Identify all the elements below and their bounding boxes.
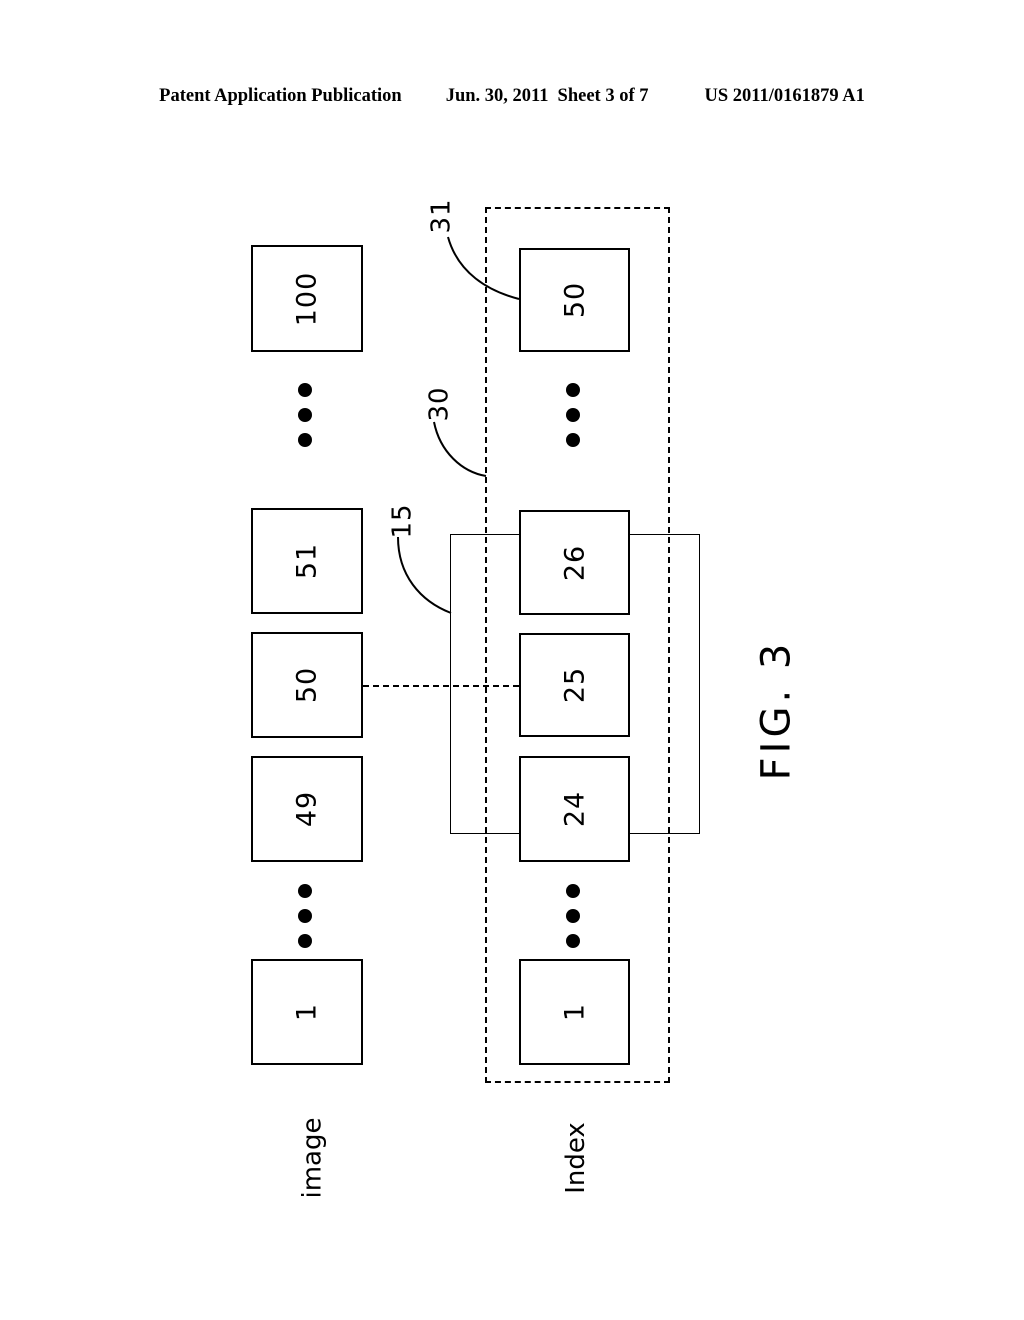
index-box-24: 24 (519, 756, 630, 862)
index-ellipsis-dot (566, 408, 580, 422)
image-ellipsis-dot (298, 433, 312, 447)
index-box-25: 25 (519, 633, 630, 737)
leader-line-15 (397, 536, 452, 614)
image-box-49: 49 (251, 756, 363, 862)
index-ellipsis-dot (566, 884, 580, 898)
index-box-26: 26 (519, 510, 630, 615)
image-box-1-label: 1 (291, 1002, 323, 1022)
index-box-1-label: 1 (559, 1002, 590, 1022)
image-ellipsis-dot (298, 934, 312, 948)
image-ellipsis-dot (298, 408, 312, 422)
image-ellipsis-dot (298, 909, 312, 923)
index-box-50: 50 (519, 248, 630, 352)
index-box-26-label: 26 (559, 544, 590, 581)
figure-title: FIG. 3 (753, 639, 800, 781)
leader-line-31 (447, 236, 520, 300)
mapping-connector-dashed (363, 685, 519, 687)
image-box-50: 50 (251, 632, 363, 738)
index-box-24-label: 24 (559, 790, 590, 828)
index-box-25-label: 25 (559, 666, 590, 704)
index-ellipsis-dot (566, 909, 580, 923)
index-ellipsis-dot (566, 433, 580, 447)
reference-numeral-31: 31 (426, 198, 457, 234)
index-box-1: 1 (519, 959, 630, 1065)
reference-numeral-15: 15 (387, 503, 418, 539)
index-ellipsis-dot (566, 383, 580, 397)
image-box-100: 100 (251, 245, 363, 352)
image-box-51-label: 51 (291, 542, 323, 580)
image-box-100-label: 100 (291, 271, 323, 326)
index-ellipsis-dot (566, 934, 580, 948)
leader-line-30 (433, 421, 487, 477)
image-ellipsis-dot (298, 884, 312, 898)
image-box-51: 51 (251, 508, 363, 614)
image-box-1: 1 (251, 959, 363, 1065)
reference-numeral-30: 30 (424, 386, 455, 422)
image-box-50-label: 50 (291, 666, 323, 704)
column-caption-index: Index (560, 1122, 591, 1194)
column-caption-image: image (297, 1117, 328, 1199)
image-box-49-label: 49 (291, 790, 323, 828)
index-box-50-label: 50 (559, 281, 590, 319)
image-ellipsis-dot (298, 383, 312, 397)
figure-3-diagram: 100 51 50 49 1 50 26 25 24 1 31 30 15 im… (0, 0, 1024, 1320)
